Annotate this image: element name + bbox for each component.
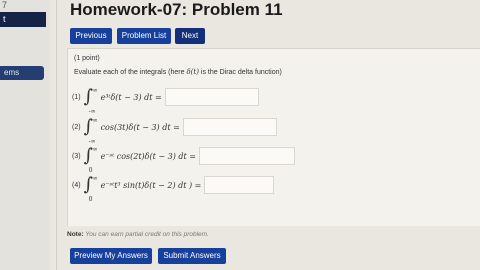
upper-limit: ∞ (92, 117, 98, 124)
problem-number: (1) (72, 93, 81, 101)
integral-sign: ∫ ∞ -∞ (84, 87, 98, 115)
lower-limit: 0 (88, 196, 93, 203)
upper-limit: ∞ (92, 87, 98, 94)
sidebar: 7 t ems (0, 0, 50, 270)
submit-answers-button[interactable]: Submit Answers (158, 248, 226, 264)
upper-limit: ∞ (92, 146, 98, 153)
problem-number: (3) (72, 152, 81, 160)
sidebar-current-item[interactable]: t (0, 12, 46, 27)
prompt-text-end: is the Dirac delta function) (198, 69, 282, 76)
page-title: Homework-07: Problem 11 (70, 0, 283, 19)
answer-input-4[interactable] (204, 176, 275, 194)
upper-limit: ∞ (92, 175, 98, 182)
problem-number: (2) (72, 123, 81, 131)
integral-problem-2: (2) ∫ ∞ -∞ cos(3t)δ(t − 3) dt = (72, 117, 277, 145)
answer-input-2[interactable] (182, 118, 277, 136)
integrand: e³ᵗδ(t − 3) dt = (100, 92, 162, 102)
problem-list-button[interactable]: Problem List (117, 28, 171, 44)
partial-credit-note: Note: You can earn partial credit on thi… (67, 231, 209, 238)
divider (56, 0, 57, 270)
note-label: Note: (67, 231, 84, 238)
next-button[interactable]: Next (175, 28, 205, 44)
answer-input-1[interactable] (164, 88, 259, 106)
prompt-text-start: Evaluate each of the integrals (here (74, 69, 187, 76)
preview-answers-button[interactable]: Preview My Answers (70, 248, 152, 264)
problem-prompt: Evaluate each of the integrals (here δ(t… (74, 68, 282, 76)
integral-problem-3: (3) ∫ ∞ 0 e⁻ˢᵗ cos(2t)δ(t − 3) dt = (72, 146, 295, 174)
sidebar-item-problems[interactable]: ems (0, 66, 44, 80)
sidebar-number: 7 (2, 0, 8, 10)
integrand: cos(3t)δ(t − 3) dt = (100, 122, 180, 132)
integrand: e⁻ˢᵗ cos(2t)δ(t − 3) dt = (100, 151, 196, 161)
integral-sign: ∫ ∞ 0 (84, 146, 98, 174)
problem-number: (4) (72, 181, 81, 189)
integral-problem-1: (1) ∫ ∞ -∞ e³ᵗδ(t − 3) dt = (72, 87, 259, 115)
integral-sign: ∫ ∞ -∞ (84, 117, 98, 145)
prompt-math: δ(t) (186, 68, 199, 76)
note-text: You can earn partial credit on this prob… (83, 231, 209, 238)
previous-button[interactable]: Previous (70, 28, 112, 44)
integrand: e⁻ˢᵗt³ sin(t)δ(t − 2) dt ) = (100, 180, 202, 190)
integral-problem-4: (4) ∫ ∞ 0 e⁻ˢᵗt³ sin(t)δ(t − 2) dt ) = (72, 175, 275, 203)
integral-sign: ∫ ∞ 0 (84, 175, 98, 203)
points-label: (1 point) (74, 55, 100, 62)
answer-input-3[interactable] (198, 147, 295, 165)
